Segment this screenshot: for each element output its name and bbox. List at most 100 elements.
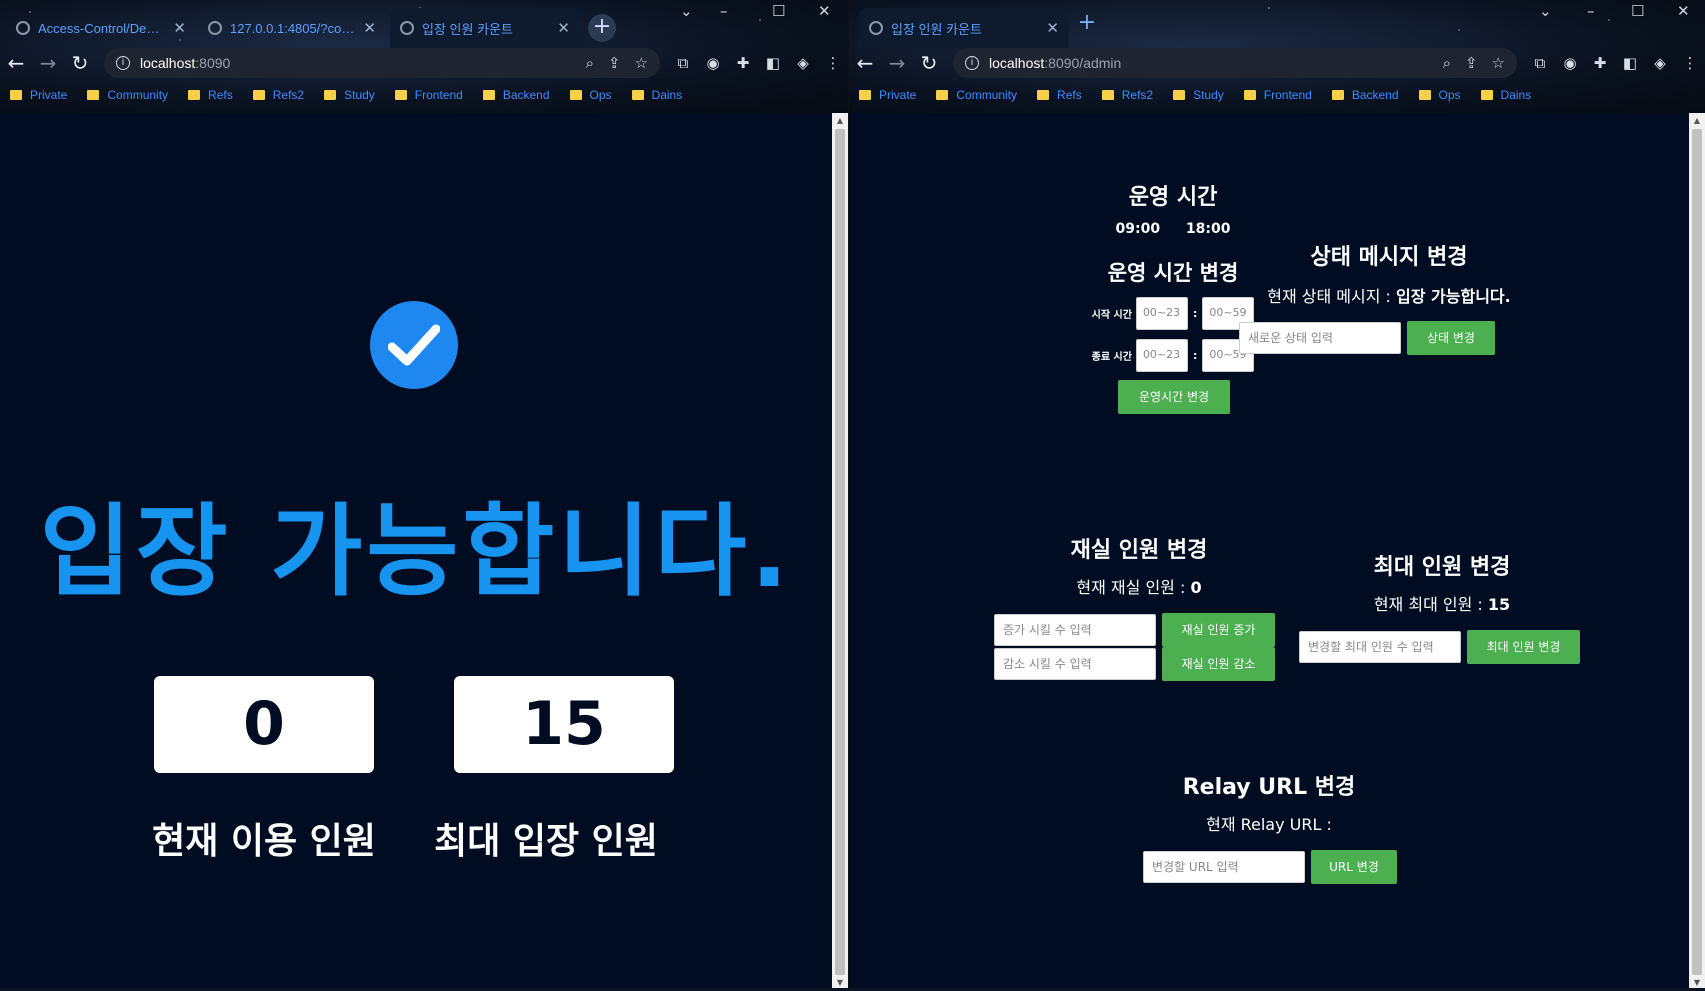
puzzle-icon[interactable]: ✚ [1585,54,1615,72]
puzzle-icon[interactable]: ✚ [728,54,758,72]
occupancy-current-label: 현재 재실 인원 : [1076,578,1191,597]
forward-button[interactable]: → [32,51,64,75]
start-hour-input[interactable]: 00~23 [1135,297,1188,330]
translate-icon[interactable]: ⧉ [1525,54,1555,72]
bookmark-label: Refs [1057,88,1082,102]
change-hours-button[interactable]: 운영시간 변경 [1118,380,1230,414]
bookmark-folder[interactable]: Ops [569,88,612,102]
bookmark-folder[interactable]: Private [859,88,916,102]
extension-avatar-icon[interactable]: ◉ [1555,54,1585,72]
tab-counter[interactable]: 입장 인원 카운트 ✕ [390,8,580,48]
scroll-thumb[interactable] [1692,129,1702,975]
folder-icon [1173,90,1186,100]
bookmark-label: Community [956,88,1018,102]
bookmark-folder[interactable]: Refs [188,88,233,102]
sidepanel-icon[interactable]: ◧ [1615,54,1645,72]
current-count-label: 현재 이용 인원 [152,821,376,862]
profile-icon[interactable]: ◈ [788,54,818,72]
bookmark-folder[interactable]: Backend [482,88,550,102]
bookmark-star-icon[interactable]: ☆ [1492,54,1505,72]
bookmark-star-icon[interactable]: ☆ [635,54,648,72]
scrollbar[interactable]: ▲ ▼ [832,113,848,991]
chevron-down-icon[interactable]: ⌄ [680,2,693,20]
folder-icon [252,90,265,100]
bookmark-folder[interactable]: Study [324,88,375,102]
sidepanel-icon[interactable]: ◧ [758,54,788,72]
end-hour-input[interactable]: 00~23 [1135,339,1188,372]
address-bar[interactable]: i localhost:8090 ⌕ ⇪ ☆ [104,48,660,78]
tab-localhost-code[interactable]: 127.0.0.1:4805/?code=... ✕ [198,8,386,48]
folder-icon [482,90,495,100]
minimize-button[interactable]: – [720,2,728,20]
back-button[interactable]: ← [0,51,32,75]
change-max-button[interactable]: 최대 인원 변경 [1467,630,1580,664]
scrollbar[interactable]: ▲ ▼ [1689,113,1705,991]
tab-github[interactable]: Access-Control/Descrip ✕ [6,8,196,48]
bookmarks-bar: Private Community Refs Refs2 Study Front… [849,82,1705,108]
profile-icon[interactable]: ◈ [1645,54,1675,72]
bookmark-folder[interactable]: Refs2 [252,88,304,102]
new-tab-button[interactable]: + [1073,10,1101,38]
bookmark-folder[interactable]: Backend [1331,88,1399,102]
forward-button[interactable]: → [881,51,913,75]
share-icon[interactable]: ⇪ [1465,54,1478,72]
zoom-icon[interactable]: ⌕ [1443,55,1451,72]
back-button[interactable]: ← [849,51,881,75]
start-time-label: 시작 시간 [1091,310,1132,321]
bookmark-folder[interactable]: Study [1173,88,1224,102]
scroll-up-arrow[interactable]: ▲ [1689,113,1705,129]
minimize-button[interactable]: – [1587,2,1595,20]
relay-url-input[interactable]: 변경할 URL 입력 [1143,851,1305,883]
decrease-input[interactable]: 감소 시킬 수 입력 [994,648,1156,680]
close-icon[interactable]: ✕ [173,19,186,37]
change-status-button[interactable]: 상태 변경 [1407,321,1495,355]
increase-input[interactable]: 증가 시킬 수 입력 [994,614,1156,646]
new-tab-button[interactable]: + [588,14,616,42]
share-icon[interactable]: ⇪ [608,54,621,72]
scroll-up-arrow[interactable]: ▲ [832,113,848,129]
tab-counter[interactable]: 입장 인원 카운트 ✕ [859,8,1069,48]
time-separator: : [1192,307,1198,320]
occupancy-current-value: 0 [1190,578,1202,597]
status-message: 입장 가능합니다. [39,493,793,610]
info-icon[interactable]: i [965,56,979,70]
maximize-button[interactable]: ☐ [772,2,785,20]
info-icon[interactable]: i [116,56,130,70]
extension-avatar-icon[interactable]: ◉ [698,54,728,72]
bookmark-folder[interactable]: Refs2 [1101,88,1153,102]
status-message-input[interactable]: 새로운 상태 입력 [1239,322,1401,354]
bookmark-folder[interactable]: Ops [1418,88,1461,102]
bookmark-folder[interactable]: Community [936,88,1017,102]
bookmark-folder[interactable]: Frontend [394,88,463,102]
folder-icon [324,90,337,100]
bookmark-label: Backend [502,88,550,102]
decrease-occupancy-button[interactable]: 재실 인원 감소 [1162,647,1275,681]
bookmark-folder[interactable]: Refs [1037,88,1082,102]
bookmark-folder[interactable]: Dains [631,88,682,102]
reload-button[interactable]: ↻ [913,51,945,75]
address-bar[interactable]: i localhost:8090/admin ⌕ ⇪ ☆ [953,48,1517,78]
zoom-icon[interactable]: ⌕ [586,55,594,72]
bookmark-folder[interactable]: Community [87,88,168,102]
close-icon[interactable]: ✕ [1046,19,1059,37]
maximize-button[interactable]: ☐ [1631,2,1644,20]
max-capacity-input[interactable]: 변경할 최대 인원 수 입력 [1299,631,1461,663]
close-icon[interactable]: ✕ [557,19,570,37]
translate-icon[interactable]: ⧉ [668,54,698,72]
change-url-button[interactable]: URL 변경 [1311,850,1397,884]
menu-icon[interactable]: ⋮ [818,54,848,72]
increase-occupancy-button[interactable]: 재실 인원 증가 [1162,613,1275,647]
close-window-button[interactable]: ✕ [1677,2,1690,20]
occupancy-panel: 재실 인원 변경 현재 재실 인원 : 0 증가 시킬 수 입력 재실 인원 증… [994,518,1284,703]
close-icon[interactable]: ✕ [363,19,376,37]
bookmark-label: Community [107,88,169,102]
bookmark-folder[interactable]: Private [10,88,67,102]
menu-icon[interactable]: ⋮ [1675,54,1705,72]
url-rest: :8090 [195,55,231,71]
chevron-down-icon[interactable]: ⌄ [1539,2,1552,20]
bookmark-folder[interactable]: Frontend [1243,88,1312,102]
scroll-thumb[interactable] [835,129,845,975]
bookmark-folder[interactable]: Dains [1480,88,1531,102]
close-window-button[interactable]: ✕ [818,2,831,20]
reload-button[interactable]: ↻ [64,51,96,75]
